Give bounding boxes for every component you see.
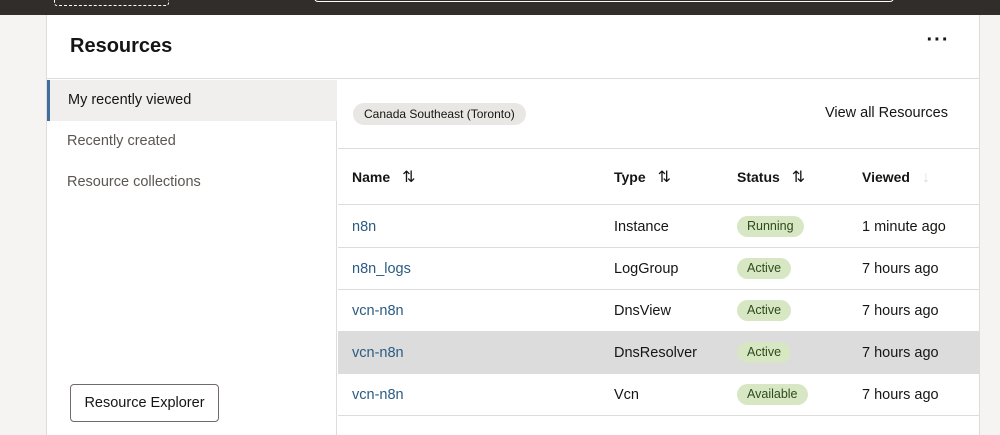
sort-arrows-icon[interactable]: ⇅ [792,150,805,205]
sort-arrows-icon[interactable]: ⇅ [658,150,671,205]
resources-main: Canada Southeast (Toronto) View all Reso… [338,80,979,435]
resource-name-link[interactable]: n8n_logs [352,248,411,290]
search-input[interactable] [314,0,894,2]
status-badge: Active [737,300,792,321]
viewed-time: 7 hours ago [862,261,939,277]
status-badge: Running [737,216,804,237]
resource-name-link[interactable]: vcn-n8n [352,374,404,416]
viewed-time: 7 hours ago [862,345,939,361]
more-horizontal-icon: ··· [926,29,950,51]
table-row: vcn-n8n Vcn Available 7 hours ago [338,374,979,416]
viewed-time: 1 minute ago [862,219,946,235]
resource-explorer-button[interactable]: Resource Explorer [70,384,219,422]
sidebar-item-resource-collections[interactable]: Resource collections [47,162,337,203]
column-header-label: Status [737,169,780,185]
resource-type: Vcn [614,387,639,403]
resource-type: LogGroup [614,261,679,277]
column-header-label: Name [352,169,391,185]
resource-name-link[interactable]: n8n [352,206,376,248]
arrow-down-icon[interactable]: ↓ [922,150,930,205]
column-header-status[interactable]: Status ⇅ [737,150,805,205]
resource-type: DnsResolver [614,345,697,361]
resource-type: Instance [614,219,669,235]
table-row-hovered[interactable]: vcn-n8n DnsResolver Active 7 hours ago [338,332,979,374]
resource-name-link[interactable]: vcn-n8n [352,290,404,332]
table-row: n8n Instance Running 1 minute ago [338,206,979,248]
viewed-time: 7 hours ago [862,303,939,319]
column-header-label: Viewed [862,169,910,185]
top-navigation-bar [0,0,1000,15]
resources-card: Resources ··· My recently viewed Recentl… [46,15,980,435]
resource-type: DnsView [614,303,671,319]
status-badge: Available [737,384,808,405]
sort-arrows-icon[interactable]: ⇅ [402,150,415,205]
table-toolbar: Canada Southeast (Toronto) View all Reso… [338,80,979,149]
sidebar-item-recently-created[interactable]: Recently created [47,121,337,162]
card-title: Resources [70,35,173,57]
sidebar-item-recently-viewed[interactable]: My recently viewed [47,80,337,121]
column-header-viewed[interactable]: Viewed ↓ [862,150,930,205]
card-header: Resources ··· [47,15,979,79]
column-header-name[interactable]: Name ⇅ [352,150,416,205]
resource-name-link[interactable]: vcn-n8n [352,332,404,374]
status-badge: Active [737,342,792,363]
status-badge: Active [737,258,792,279]
view-all-resources-link[interactable]: View all Resources [825,105,948,121]
focused-logo-link[interactable] [54,0,169,6]
table-row: vcn-n8n DnsView Active 7 hours ago [338,290,979,332]
viewed-time: 7 hours ago [862,387,939,403]
table-row: n8n_logs LogGroup Active 7 hours ago [338,248,979,290]
column-header-type[interactable]: Type ⇅ [614,150,671,205]
column-header-label: Type [614,169,646,185]
resources-sidebar: My recently viewed Recently created Reso… [47,80,337,435]
table-header: Name ⇅ Type ⇅ Status ⇅ Viewed ↓ [338,150,979,205]
region-chip: Canada Southeast (Toronto) [353,103,526,125]
more-actions-button[interactable]: ··· [923,30,953,57]
